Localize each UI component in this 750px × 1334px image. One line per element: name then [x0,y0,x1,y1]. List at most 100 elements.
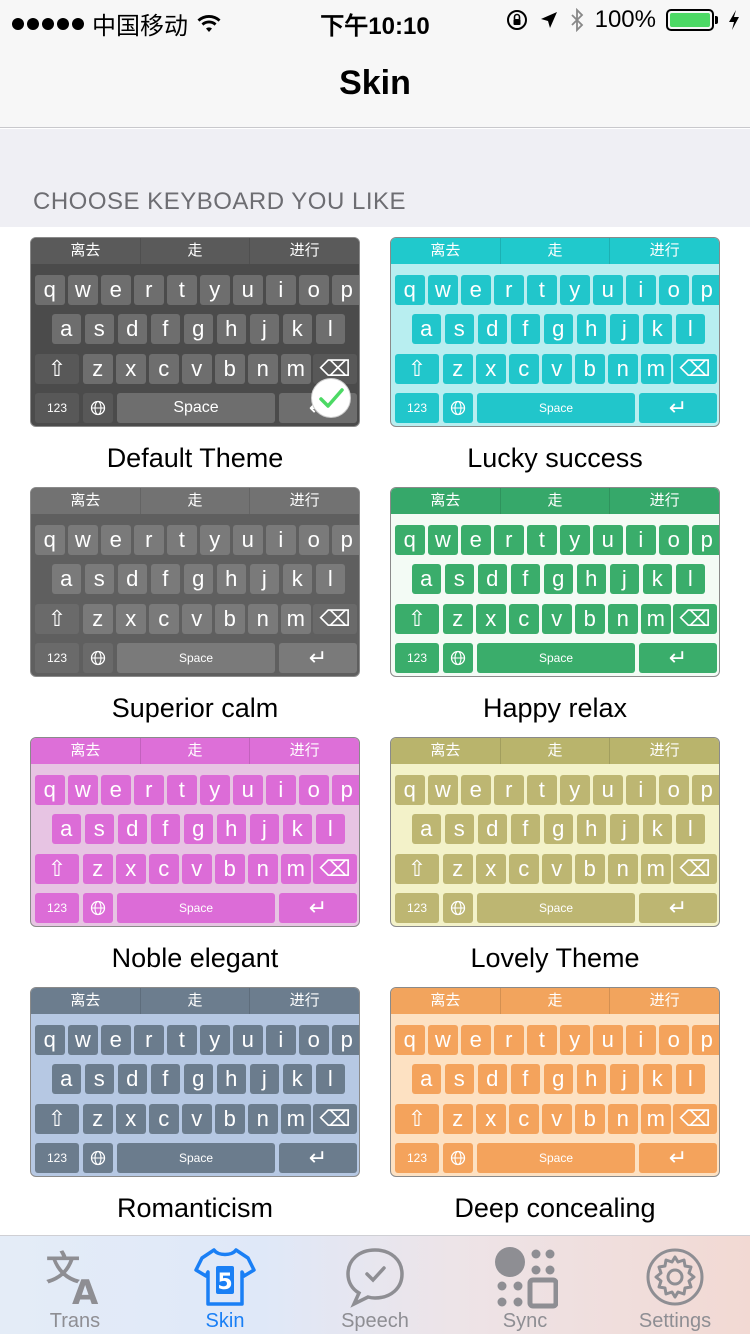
letter-key: t [167,275,197,305]
theme-name: Superior calm [111,693,279,723]
letter-key: l [675,1064,706,1094]
letter-key: o [299,275,329,305]
letter-key: l [315,564,346,594]
tab-skin[interactable]: 5 Skin [150,1236,300,1334]
candidate-bar: 离去 走进行 [391,738,719,764]
keyboard-preview: 离去 走进行 q w e r t y u i o p a s d f g h j k l ⇧ z x c v b n m ⌫ 123 Spac… [391,488,719,676]
letter-key: j [249,564,280,594]
letter-key: p [692,775,719,805]
letter-key: j [609,814,640,844]
tab-trans[interactable]: 文 A Trans [0,1236,150,1334]
letter-key: q [395,275,425,305]
theme-card[interactable]: 离去走进行 q w e r t y u i o p a s d f g h j k l ⇧ z x c v b n m ⌫ 123 Spac… [30,737,360,927]
backspace-key: ⌫ [313,1104,357,1134]
theme-card[interactable]: 离去走进行 q w e r t y u i o p a s d f g h j k l ⇧ z x c v b n m ⌫ 123 Spac… [390,987,720,1177]
letter-key: r [494,275,524,305]
letter-key: h [216,564,247,594]
letter-key: j [249,314,280,344]
letter-key: k [282,1064,313,1094]
candidate-bar: 离去 走进行 [391,988,719,1014]
letter-key: e [101,1025,131,1055]
theme-card[interactable]: 离去走进行 q w e r t y u i o p a s d f g h j k l ⇧ z x c v b n m ⌫ 123 Spac… [390,487,720,677]
tab-settings[interactable]: Settings [600,1236,750,1334]
letter-key: q [395,775,425,805]
svg-text:A: A [72,1273,99,1310]
letter-key: k [642,1064,673,1094]
letter-key: y [560,1025,590,1055]
letter-key: f [150,314,181,344]
letter-key: w [68,275,98,305]
letter-key: l [315,1064,346,1094]
letter-key: g [183,1064,214,1094]
shift-key: ⇧ [35,854,79,884]
letter-key: i [626,775,656,805]
letter-key: t [527,1025,557,1055]
tab-sync[interactable]: Sync [450,1236,600,1334]
backspace-key: ⌫ [313,854,357,884]
candidate-word: 进行 [249,738,359,764]
letter-key: f [150,1064,181,1094]
letter-key: o [299,775,329,805]
globe-icon [443,643,473,673]
skin-screen: 中国移动 下午10:10 100% Skin CHOOSE KEYBOARD Y… [0,0,750,1334]
location-arrow-icon [540,12,557,28]
letter-key: p [692,1025,719,1055]
candidate-word: 离去 [70,742,101,759]
candidate-bar: 离去 走进行 [391,238,719,264]
letter-key: r [494,775,524,805]
letter-key: n [248,604,278,634]
letter-key: y [200,775,230,805]
shift-key: ⇧ [395,604,439,634]
svg-text:5: 5 [217,1270,232,1295]
letter-key: u [593,525,623,555]
space-key: Space [477,893,635,923]
letter-key: w [68,525,98,555]
shift-key: ⇧ [395,854,439,884]
number-key: 123 [395,643,439,673]
letter-key: z [443,854,473,884]
letter-key: v [182,854,212,884]
backspace-key: ⌫ [313,604,357,634]
letter-key: p [692,275,719,305]
space-key: Space [117,643,275,673]
candidate-word: 进行 [609,488,719,514]
letter-key: p [332,275,359,305]
letter-key: f [150,564,181,594]
letter-key: b [215,854,245,884]
theme-card[interactable]: 离去走进行 q w e r t y u i o p a s d f g h j k l ⇧ z x c v b n m ⌫ 123 Spac… [30,987,360,1177]
candidate-word: 离去 [430,242,461,259]
letter-key: q [35,1025,65,1055]
letter-key: k [282,814,313,844]
theme-card[interactable]: 离去走进行 q w e r t y u i o p a s d f g h j k l ⇧ z x c v b n m ⌫ 123 Spac… [390,737,720,927]
theme-card[interactable]: 离去走进行 q w e r t y u i o p a s d f g h j k l ⇧ z x c v b n m ⌫ 123 Spac… [30,487,360,677]
letter-key: s [444,564,475,594]
letter-key: l [315,814,346,844]
letter-key: s [444,814,475,844]
letter-key: i [626,1025,656,1055]
keyboard-preview: 离去 走进行 q w e r t y u i o p a s d f g h j k l ⇧ z x c v b n m ⌫ 123 Spac… [31,488,359,676]
letter-key: e [101,775,131,805]
letter-key: d [117,814,148,844]
candidate-word: 走 [139,488,250,514]
theme-name: Default Theme [106,443,284,473]
letter-key: y [560,775,590,805]
backspace-key: ⌫ [673,854,717,884]
letter-key: z [83,854,113,884]
letter-key: p [692,525,719,555]
letter-key: h [216,314,247,344]
shift-key: ⇧ [35,354,79,384]
candidate-word: 走 [139,738,250,764]
number-key: 123 [35,393,79,423]
letter-key: o [659,775,689,805]
letter-key: z [443,1104,473,1134]
navigation-bar: Skin [0,40,750,128]
letter-key: x [116,1104,146,1134]
return-key: ↵ [639,643,717,673]
tab-speech[interactable]: Speech [300,1236,450,1334]
selected-check-icon [311,378,351,418]
letter-key: y [560,525,590,555]
theme-card[interactable]: 离去走进行 q w e r t y u i o p a s d f g h j k l ⇧ z x c v b n m ⌫ 123 Spac… [390,237,720,427]
letter-key: u [233,525,263,555]
theme-card[interactable]: 离去走进行 q w e r t y u i o p a s d f g h j k l ⇧ z x c v b n m ⌫ 123 Spac… [30,237,360,427]
letter-key: y [560,275,590,305]
